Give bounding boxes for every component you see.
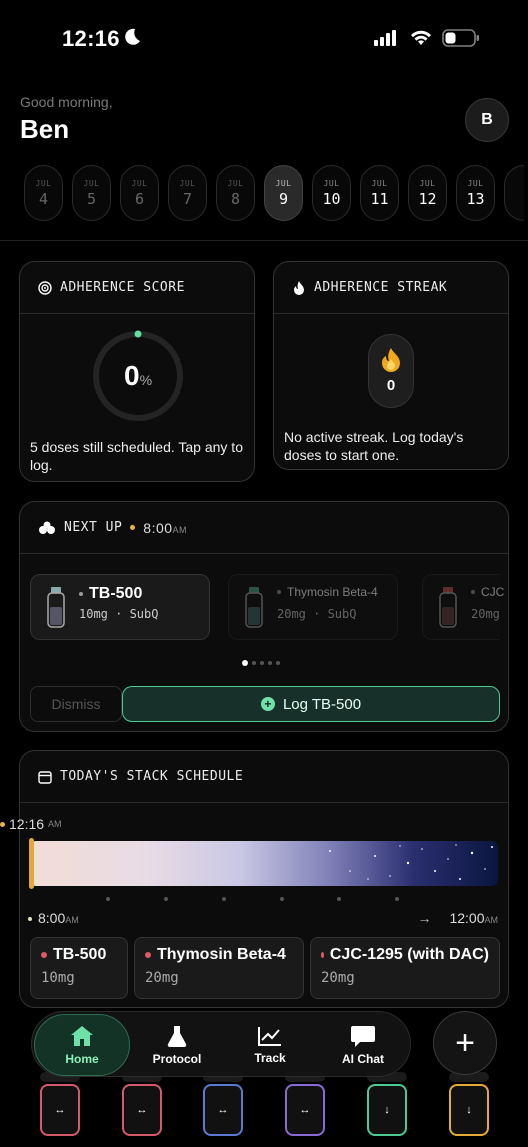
timeline-stars	[329, 844, 493, 880]
card-header: TODAY'S STACK SCHEDULE	[20, 751, 508, 803]
schedule-timeline[interactable]	[30, 841, 498, 886]
range-end: 12:00	[449, 910, 485, 926]
moon-icon	[125, 28, 140, 45]
adherence-score-card[interactable]: ADHERENCE SCORE 0% 5 doses still schedul…	[19, 261, 255, 482]
log-button-label: Log TB-500	[282, 695, 362, 713]
next-up-time: 8:00AM	[143, 519, 188, 536]
greeting-text: Good morning,	[20, 94, 113, 110]
streak-badge: 0	[368, 334, 414, 408]
flame-icon	[294, 280, 304, 295]
schedule-item[interactable]: TB-500 10mg	[30, 937, 128, 999]
adherence-value: 0%	[123, 360, 153, 391]
schedule-item-dose: 20mg	[145, 970, 179, 986]
dose-name: Thymosin Beta-4	[287, 585, 378, 599]
vial-icon	[47, 587, 65, 628]
home-icon	[71, 1026, 93, 1046]
adherence-streak-card[interactable]: ADHERENCE STREAK 0 No active streak. Log…	[273, 261, 509, 470]
vial-icon	[245, 587, 263, 628]
wifi-icon	[411, 30, 431, 45]
date-item[interactable]: JUL 12	[408, 165, 447, 221]
status-time: 12:16	[62, 26, 120, 51]
streak-message: No active streak. Log today's doses to s…	[284, 429, 464, 463]
pills-icon	[39, 521, 55, 534]
card-title: ADHERENCE SCORE	[60, 280, 185, 295]
dose-card[interactable]: Thymosin Beta-4 20mg · SubQ	[228, 574, 398, 640]
card-title: ADHERENCE STREAK	[314, 280, 448, 295]
divider	[0, 240, 528, 241]
avatar[interactable]: B	[465, 98, 509, 142]
date-item[interactable]: JUL 11	[360, 165, 399, 221]
chat-icon	[351, 1026, 375, 1047]
vial-icon	[439, 587, 457, 628]
flask-icon	[167, 1026, 187, 1048]
chart-icon	[258, 1027, 281, 1046]
date-item[interactable]: JUL 5	[72, 165, 111, 221]
streak-value: 0	[386, 377, 396, 394]
dose-name: TB-500	[89, 585, 143, 602]
nav-item-home[interactable]: Home	[34, 1014, 130, 1076]
dose-detail: 20mg · SubQ	[277, 607, 357, 621]
card-title: TODAY'S STACK SCHEDULE	[60, 769, 244, 784]
schedule-item-name: CJC-1295 (with DAC)	[329, 946, 489, 963]
date-item-today[interactable]: JUL 9	[264, 165, 303, 221]
date-item[interactable]: JUL 7	[168, 165, 207, 221]
nav-item-ai-chat[interactable]: AI Chat	[328, 1012, 398, 1078]
add-button[interactable]: +	[433, 1011, 497, 1075]
current-time-label: 12:16 AM	[0, 816, 62, 832]
range-start: 8:00	[38, 910, 66, 926]
schedule-item-name: TB-500	[53, 946, 107, 963]
dismiss-button[interactable]: Dismiss	[30, 686, 122, 722]
log-dose-button[interactable]: + Log TB-500	[122, 686, 500, 722]
date-item-partial[interactable]	[504, 165, 524, 221]
dose-name: CJC	[481, 585, 505, 599]
plus-circle-icon: +	[260, 697, 275, 711]
flame-icon	[382, 348, 400, 372]
dose-card[interactable]: CJC 20mg	[422, 574, 504, 640]
carousel-pager[interactable]	[242, 660, 280, 666]
schedule-item[interactable]: CJC-1295 (with DAC) 20mg	[310, 937, 500, 999]
schedule-item-dose: 20mg	[321, 970, 355, 986]
nav-item-track[interactable]: Track	[232, 1012, 308, 1078]
dose-detail: 10mg · SubQ	[79, 607, 159, 621]
card-header: ADHERENCE SCORE	[20, 262, 254, 314]
date-item[interactable]: JUL 6	[120, 165, 159, 221]
date-item[interactable]: JUL 13	[456, 165, 495, 221]
schedule-item-name: Thymosin Beta-4	[157, 946, 286, 963]
nav-item-protocol[interactable]: Protocol	[142, 1012, 212, 1078]
time-dot	[130, 525, 136, 530]
date-item[interactable]: JUL 4	[24, 165, 63, 221]
timeline-range: 8:00AM → 12:00AM	[28, 910, 498, 926]
bottom-nav: Home Protocol Track AI Chat	[31, 1011, 411, 1077]
date-item[interactable]: JUL 10	[312, 165, 351, 221]
calendar-icon	[38, 770, 52, 784]
battery-icon	[442, 29, 479, 47]
dose-detail: 20mg	[471, 607, 500, 621]
schedule-item[interactable]: Thymosin Beta-4 20mg	[134, 937, 304, 999]
schedule-item-dose: 10mg	[41, 970, 75, 986]
signal-icon	[374, 30, 396, 46]
card-title: NEXT UP	[64, 520, 123, 535]
card-header: NEXT UP 8:00AM	[20, 502, 508, 554]
adherence-message: 5 doses still scheduled. Tap any to log.	[30, 439, 243, 473]
target-icon	[38, 280, 52, 295]
next-up-card: NEXT UP 8:00AM TB-500 10mg · SubQ Thymos…	[19, 501, 509, 732]
arrow-right-icon: →	[417, 910, 432, 926]
now-marker	[29, 838, 34, 889]
date-item[interactable]: JUL 8	[216, 165, 255, 221]
card-header: ADHERENCE STREAK	[274, 262, 508, 314]
dose-card[interactable]: TB-500 10mg · SubQ	[30, 574, 210, 640]
status-bar: 12:16	[0, 0, 528, 80]
user-name: Ben	[20, 114, 70, 144]
